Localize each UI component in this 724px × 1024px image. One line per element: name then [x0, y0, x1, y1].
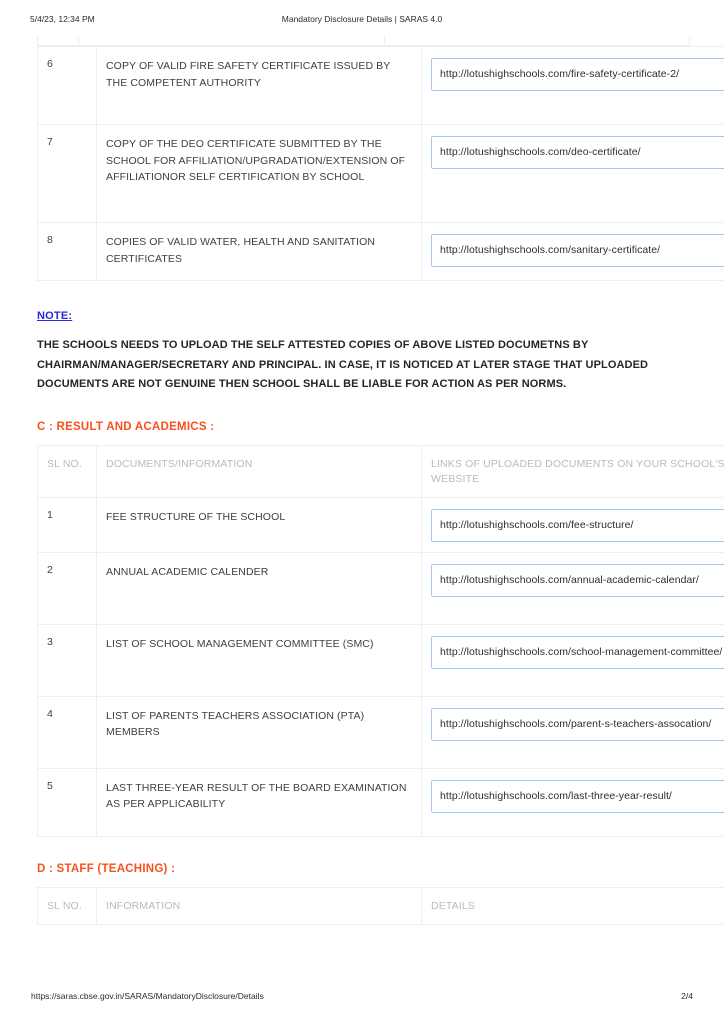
table-row: 4 LIST OF PARENTS TEACHERS ASSOCIATION (… [37, 695, 724, 769]
row-link-cell: http://lotushighschools.com/parent-s-tea… [421, 695, 724, 769]
table-row: 5 LAST THREE-YEAR RESULT OF THE BOARD EX… [37, 767, 724, 837]
url-field[interactable]: http://lotushighschools.com/last-three-y… [431, 779, 724, 813]
section-b-continued-table: 6 COPY OF VALID FIRE SAFETY CERTIFICATE … [37, 46, 724, 281]
note-block: NOTE: THE SCHOOLS NEEDS TO UPLOAD THE SE… [37, 310, 690, 395]
section-c-heading: C : RESULT AND ACADEMICS : [37, 420, 215, 433]
url-field[interactable]: http://lotushighschools.com/fee-structur… [431, 508, 724, 542]
row-sl-no: 2 [37, 551, 97, 625]
note-body-text: THE SCHOOLS NEEDS TO UPLOAD THE SELF ATT… [37, 339, 649, 390]
column-header-links: LINKS OF UPLOADED DOCUMENTS ON YOUR SCHO… [421, 444, 724, 498]
row-sl-no: 3 [37, 623, 97, 697]
row-document-text: LAST THREE-YEAR RESULT OF THE BOARD EXAM… [96, 767, 422, 837]
row-sl-no: 8 [37, 222, 97, 281]
column-header-information: INFORMATION [96, 886, 422, 925]
print-document-title: Mandatory Disclosure Details | SARAS 4.0 [281, 14, 443, 24]
row-sl-no: 6 [37, 46, 97, 125]
column-header-details: DETAILS [421, 886, 724, 925]
section-c-table: SL NO. DOCUMENTS/INFORMATION LINKS OF UP… [37, 444, 724, 837]
table-row: 2 ANNUAL ACADEMIC CALENDER http://lotush… [37, 551, 724, 625]
url-field[interactable]: http://lotushighschools.com/sanitary-cer… [431, 234, 724, 267]
row-sl-no: 1 [37, 496, 97, 553]
url-field[interactable]: http://lotushighschools.com/annual-acade… [431, 563, 724, 597]
row-link-cell: http://lotushighschools.com/sanitary-cer… [421, 222, 724, 281]
row-document-text: COPIES OF VALID WATER, HEALTH AND SANITA… [96, 222, 422, 281]
row-document-text: ANNUAL ACADEMIC CALENDER [96, 551, 422, 625]
note-label: NOTE: [37, 310, 73, 322]
row-link-cell: http://lotushighschools.com/fee-structur… [421, 496, 724, 553]
print-footer-page-number: 2/4 [681, 991, 693, 1001]
url-field[interactable]: http://lotushighschools.com/deo-certific… [431, 136, 724, 169]
print-header: 5/4/23, 12:34 PM Mandatory Disclosure De… [0, 14, 724, 30]
print-footer-url: https://saras.cbse.gov.in/SARAS/Mandator… [31, 991, 264, 1001]
print-footer: https://saras.cbse.gov.in/SARAS/Mandator… [0, 991, 724, 1007]
row-document-text: FEE STRUCTURE OF THE SCHOOL [96, 496, 422, 553]
url-field[interactable]: http://lotushighschools.com/fire-safety-… [431, 58, 724, 91]
table-row: 1 FEE STRUCTURE OF THE SCHOOL http://lot… [37, 496, 724, 553]
table-row: 6 COPY OF VALID FIRE SAFETY CERTIFICATE … [37, 46, 724, 125]
table-row-partial-continuation [37, 36, 690, 46]
row-document-text: COPY OF VALID FIRE SAFETY CERTIFICATE IS… [96, 46, 422, 125]
column-header-documents: DOCUMENTS/INFORMATION [96, 444, 422, 498]
column-header-sl-no: SL NO. [37, 886, 97, 925]
row-link-cell: http://lotushighschools.com/annual-acade… [421, 551, 724, 625]
table-row: 3 LIST OF SCHOOL MANAGEMENT COMMITTEE (S… [37, 623, 724, 697]
row-link-cell: http://lotushighschools.com/deo-certific… [421, 124, 724, 223]
row-sl-no: 4 [37, 695, 97, 769]
row-link-cell: http://lotushighschools.com/fire-safety-… [421, 46, 724, 125]
page-content: 6 COPY OF VALID FIRE SAFETY CERTIFICATE … [37, 36, 724, 925]
url-field[interactable]: http://lotushighschools.com/parent-s-tea… [431, 707, 724, 741]
column-header-sl-no: SL NO. [37, 444, 97, 498]
table-row: 8 COPIES OF VALID WATER, HEALTH AND SANI… [37, 222, 724, 281]
row-document-text: COPY OF THE DEO CERTIFICATE SUBMITTED BY… [96, 124, 422, 223]
url-field[interactable]: http://lotushighschools.com/school-manag… [431, 635, 724, 669]
row-sl-no: 7 [37, 124, 97, 223]
row-document-text: LIST OF SCHOOL MANAGEMENT COMMITTEE (SMC… [96, 623, 422, 697]
row-link-cell: http://lotushighschools.com/school-manag… [421, 623, 724, 697]
row-document-text: LIST OF PARENTS TEACHERS ASSOCIATION (PT… [96, 695, 422, 769]
section-d-heading: D : STAFF (TEACHING) : [37, 862, 176, 875]
table-header-row: SL NO. DOCUMENTS/INFORMATION LINKS OF UP… [37, 444, 724, 498]
table-row: 7 COPY OF THE DEO CERTIFICATE SUBMITTED … [37, 124, 724, 223]
table-header-row: SL NO. INFORMATION DETAILS [37, 886, 724, 925]
section-d-table: SL NO. INFORMATION DETAILS [37, 886, 724, 925]
row-sl-no: 5 [37, 767, 97, 837]
row-link-cell: http://lotushighschools.com/last-three-y… [421, 767, 724, 837]
